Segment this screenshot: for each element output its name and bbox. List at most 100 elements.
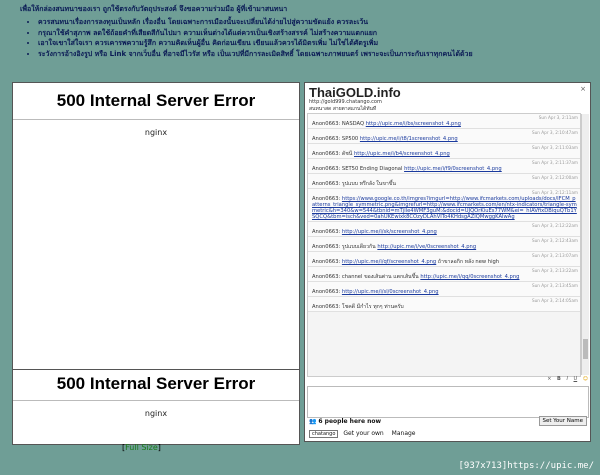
message-time: Sun Apr 3, 2:13:07am xyxy=(532,253,578,258)
chat-description: สนทนาสด สายตาสแกนได้ทันที xyxy=(309,106,377,112)
message-text: รูปแบบเดียวกัน xyxy=(341,244,376,250)
message-user: Anon0663: xyxy=(312,121,341,127)
error-frame: 500 Internal Server Error nginx xyxy=(12,82,300,370)
error-title: 500 Internal Server Error xyxy=(56,91,256,110)
message-link[interactable]: http://upic.me/i/bs/screenshot_4.png xyxy=(366,121,461,127)
chat-message: Sun Apr 3, 2:11:03am Anon0663: ดัชนี http… xyxy=(308,144,580,159)
message-link[interactable]: http://upic.me/i/t8/1screenshot_4.png xyxy=(360,136,458,142)
message-body: Anon0663: รูปแบบ ทรึกลัง ในขาขึ้น xyxy=(312,181,577,187)
get-your-own-link[interactable]: Get your own xyxy=(343,430,383,437)
message-user: Anon0663: xyxy=(312,166,341,172)
message-list[interactable]: Sun Apr 3, 2:11am Anon0663: NASDAQ http:/… xyxy=(307,113,581,377)
message-link[interactable]: https://www.google.co.th/imgres?imgurl=h… xyxy=(312,196,577,220)
message-body: Anon0663: http://upic.me/i/sk/screenshot… xyxy=(312,229,577,235)
compose-toolbar: × B I U ☺ xyxy=(307,376,588,386)
set-name-button[interactable]: Set Your Name xyxy=(538,416,587,426)
message-link[interactable]: http://upic.me/i/sk/screenshot_4.png xyxy=(342,229,437,235)
divider xyxy=(13,119,299,120)
rules-list: ควรสนทนาเรื่องการลงทุนเป็นหลัก เรื่องอื่… xyxy=(20,17,590,59)
message-time: Sun Apr 3, 2:12:00am xyxy=(532,175,578,180)
rule-item: เอาใจเขาใส่ใจเรา ควรเคารพความรู้สึก ความ… xyxy=(38,38,590,49)
message-time: Sun Apr 3, 2:14:05am xyxy=(532,298,578,303)
message-time: Sun Apr 3, 2:11am xyxy=(538,115,578,120)
chat-message: Sun Apr 3, 2:13:45am Anon0663: http://upi… xyxy=(308,282,580,297)
message-text: NASDAQ xyxy=(341,121,365,127)
message-user: Anon0663: xyxy=(312,244,341,250)
message-link[interactable]: http://upic.me/i/qq/0screenshot_4.png xyxy=(420,274,519,280)
message-user: Anon0663: xyxy=(312,229,341,235)
chat-message: Sun Apr 3, 2:14:05am Anon0663: โชคดี มีกำ… xyxy=(308,297,580,312)
chat-message: Sun Apr 3, 2:11:37am Anon0663: SET50 Endi… xyxy=(308,159,580,174)
bold-button[interactable]: B xyxy=(557,376,561,382)
message-user: Anon0663: xyxy=(312,181,341,187)
message-text: ดัชนี xyxy=(341,151,353,157)
message-link[interactable]: http://upic.me/i/qf/screenshot_4.png xyxy=(342,259,436,265)
rules-heading: เพื่อให้กล่องสนทนาของเรา ถูกใช้ตรงกับวัต… xyxy=(20,5,288,13)
people-count[interactable]: 6 people here now xyxy=(318,418,381,425)
italic-button[interactable]: I xyxy=(566,376,567,382)
message-text: SET50 Ending Diagonal xyxy=(341,166,403,172)
scrollbar-thumb[interactable] xyxy=(583,339,588,359)
message-time: Sun Apr 3, 2:10:47am xyxy=(532,130,578,135)
message-body: Anon0663: ดัชนี http://upic.me/i/b4/scre… xyxy=(312,151,577,157)
chat-rules: เพื่อให้กล่องสนทนาของเรา ถูกใช้ตรงกับวัต… xyxy=(20,4,590,59)
message-link[interactable]: http://upic.me/i/f9/0screenshot_4.png xyxy=(404,166,502,172)
close-icon[interactable]: × xyxy=(547,376,551,382)
chat-message: Sun Apr 3, 2:12:43am Anon0663: รูปแบบเดีย… xyxy=(308,237,580,252)
message-user: Anon0663: xyxy=(312,136,341,142)
site-url[interactable]: https://upic.me/ xyxy=(507,461,594,471)
message-time: Sun Apr 3, 2:12:11am xyxy=(532,190,578,195)
error-frame: 500 Internal Server Error nginx xyxy=(12,369,300,445)
image-dimensions: [937x713] xyxy=(458,461,508,471)
close-icon[interactable]: × xyxy=(580,85,586,93)
chat-message: Sun Apr 3, 2:10:47am Anon0663: SP500 http… xyxy=(308,129,580,144)
message-time: Sun Apr 3, 2:11:37am xyxy=(532,160,578,165)
chat-footer: chatango Get your own Manage xyxy=(309,430,416,438)
bracket: ] xyxy=(157,443,161,452)
message-link[interactable]: http://upic.me/i/b4/screenshot_4.png xyxy=(354,151,450,157)
message-input[interactable] xyxy=(307,386,589,418)
chat-message: Sun Apr 3, 2:13:07am Anon0663: http://upi… xyxy=(308,252,580,267)
message-time: Sun Apr 3, 2:13:22am xyxy=(532,268,578,273)
scrollbar[interactable] xyxy=(581,114,589,375)
rule-item: กรุณาใช้คำสุภาพ ลดใช้ถ้อยคำที่เสียดสีกัน… xyxy=(38,28,590,39)
underline-button[interactable]: U xyxy=(574,376,578,382)
error-title: 500 Internal Server Error xyxy=(56,374,256,393)
message-user: Anon0663: xyxy=(312,289,341,295)
message-user: Anon0663: xyxy=(312,259,341,265)
server-name: nginx xyxy=(144,409,168,418)
message-body: Anon0663: SP500 http://upic.me/i/t8/1scr… xyxy=(312,136,577,142)
message-text: รูปแบบ ทรึกลัง ในขาขึ้น xyxy=(341,181,396,187)
chat-widget: ThaiGOLD.info http://gold999.chatango.co… xyxy=(304,82,591,442)
full-size-link[interactable]: Full Size xyxy=(125,443,158,452)
smiley-icon[interactable]: ☺ xyxy=(583,376,588,382)
message-body: Anon0663: channel ของเส้นต่าน แตกเส้นขึ้… xyxy=(312,274,577,280)
message-time: Sun Apr 3, 2:12:22am xyxy=(532,223,578,228)
message-user: Anon0663: xyxy=(312,151,341,157)
message-link[interactable]: http://upic.me/i/ve/0screenshot_4.png xyxy=(377,244,476,250)
message-body: Anon0663: http://upic.me/i/sl/0screensho… xyxy=(312,289,577,295)
status-bar: [937x713]https://upic.me/ xyxy=(0,455,600,475)
rule-item: ควรสนทนาเรื่องการลงทุนเป็นหลัก เรื่องอื่… xyxy=(38,17,590,28)
message-user: Anon0663: xyxy=(312,304,341,310)
rule-item: ระวังการอ้างอิงรูป หรือ Link จากเว็บอื่น… xyxy=(38,49,590,60)
server-name: nginx xyxy=(144,128,168,137)
message-time: Sun Apr 3, 2:13:45am xyxy=(532,283,578,288)
message-body: Anon0663: https://www.google.co.th/imgre… xyxy=(312,196,577,220)
manage-link[interactable]: Manage xyxy=(392,430,416,437)
full-size-link-wrapper: [Full Size] xyxy=(122,443,161,452)
message-link[interactable]: http://upic.me/i/sl/0screenshot_4.png xyxy=(342,289,439,295)
status-text: [937x713]https://upic.me/ xyxy=(459,461,594,471)
chat-message: Sun Apr 3, 2:12:11am Anon0663: https://ww… xyxy=(308,189,580,222)
chat-message: Sun Apr 3, 2:11am Anon0663: NASDAQ http:/… xyxy=(308,114,580,129)
divider xyxy=(13,400,299,401)
message-time: Sun Apr 3, 2:12:43am xyxy=(532,238,578,243)
chat-message: Sun Apr 3, 2:12:00am Anon0663: รูปแบบ ทรึ… xyxy=(308,174,580,189)
message-text: โชคดี มีกำไร ทุกๆ ท่านครับ xyxy=(341,304,404,310)
message-user: Anon0663: xyxy=(312,274,341,280)
message-body: Anon0663: โชคดี มีกำไร ทุกๆ ท่านครับ xyxy=(312,304,577,310)
chat-message: Sun Apr 3, 2:13:22am Anon0663: channel ขอ… xyxy=(308,267,580,282)
message-body: Anon0663: รูปแบบเดียวกัน http://upic.me/… xyxy=(312,244,577,250)
message-text: channel ของเส้นต่าน แตกเส้นขึ้น xyxy=(341,274,419,280)
chatango-logo[interactable]: chatango xyxy=(309,430,339,438)
